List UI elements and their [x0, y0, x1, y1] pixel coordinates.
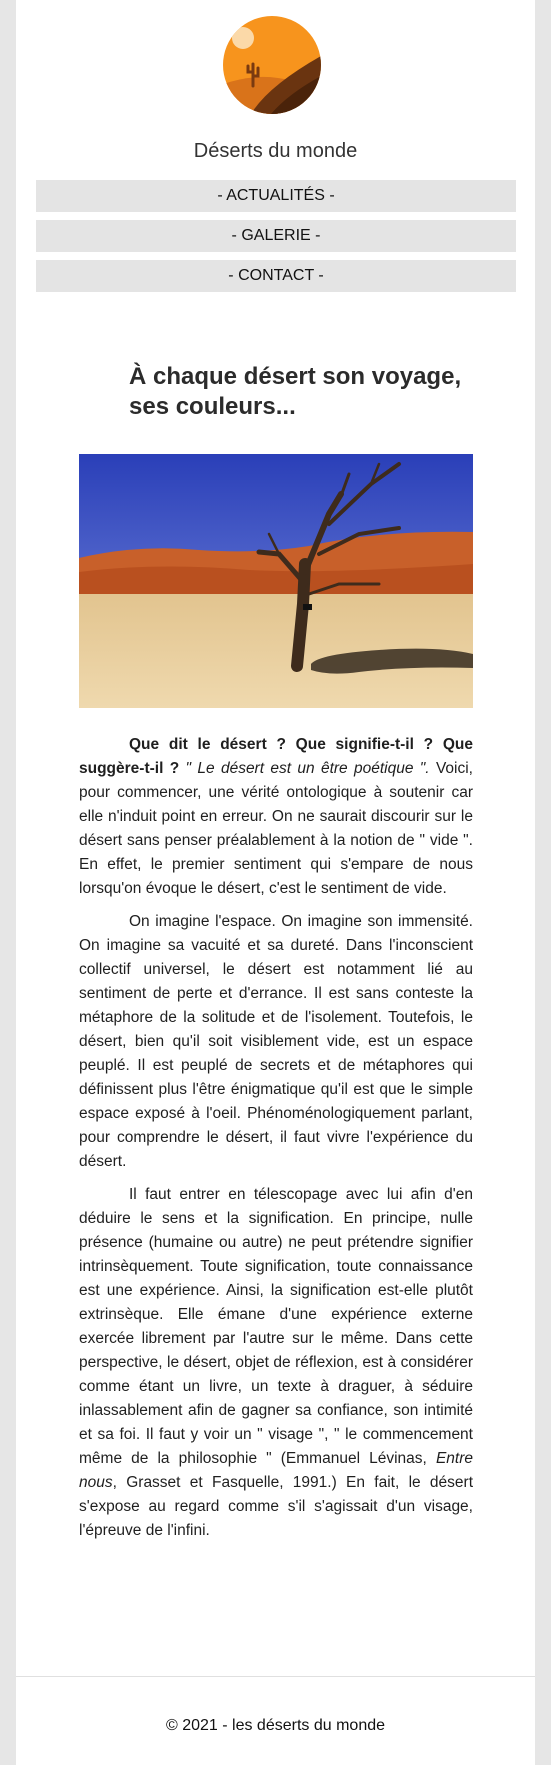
paragraph-quote: " Le désert est un être poétique ". — [179, 760, 430, 777]
article-paragraph: Que dit le désert ? Que signifie-t-il ? … — [79, 733, 473, 901]
article-paragraph: Il faut entrer en télescopage avec lui a… — [79, 1183, 473, 1543]
article-paragraph: On imagine l'espace. On imagine son imme… — [79, 913, 473, 1170]
footer-divider — [16, 1676, 535, 1677]
site-title: Déserts du monde — [193, 140, 358, 162]
paragraph-text: , Grasset et Fasquelle, 1991.) En fait, … — [79, 1474, 473, 1539]
nav-item-galerie[interactable]: - GALERIE - — [36, 220, 516, 252]
page-container: Déserts du monde - ACTUALITÉS - - GALERI… — [16, 0, 535, 1765]
desert-logo[interactable] — [223, 16, 321, 114]
article-body: Que dit le désert ? Que signifie-t-il ? … — [79, 733, 473, 1552]
nav-item-actualites[interactable]: - ACTUALITÉS - — [36, 180, 516, 212]
paragraph-text: Voici, pour commencer, une vérité ontolo… — [79, 760, 473, 897]
nav-item-contact[interactable]: - CONTACT - — [36, 260, 516, 292]
footer-copyright: © 2021 - les déserts du monde — [165, 1717, 386, 1734]
page-headline: À chaque désert son voyage, ses couleurs… — [129, 363, 462, 420]
paragraph-text: Il faut entrer en télescopage avec lui a… — [79, 1186, 473, 1467]
desert-tree-photo — [79, 454, 473, 708]
